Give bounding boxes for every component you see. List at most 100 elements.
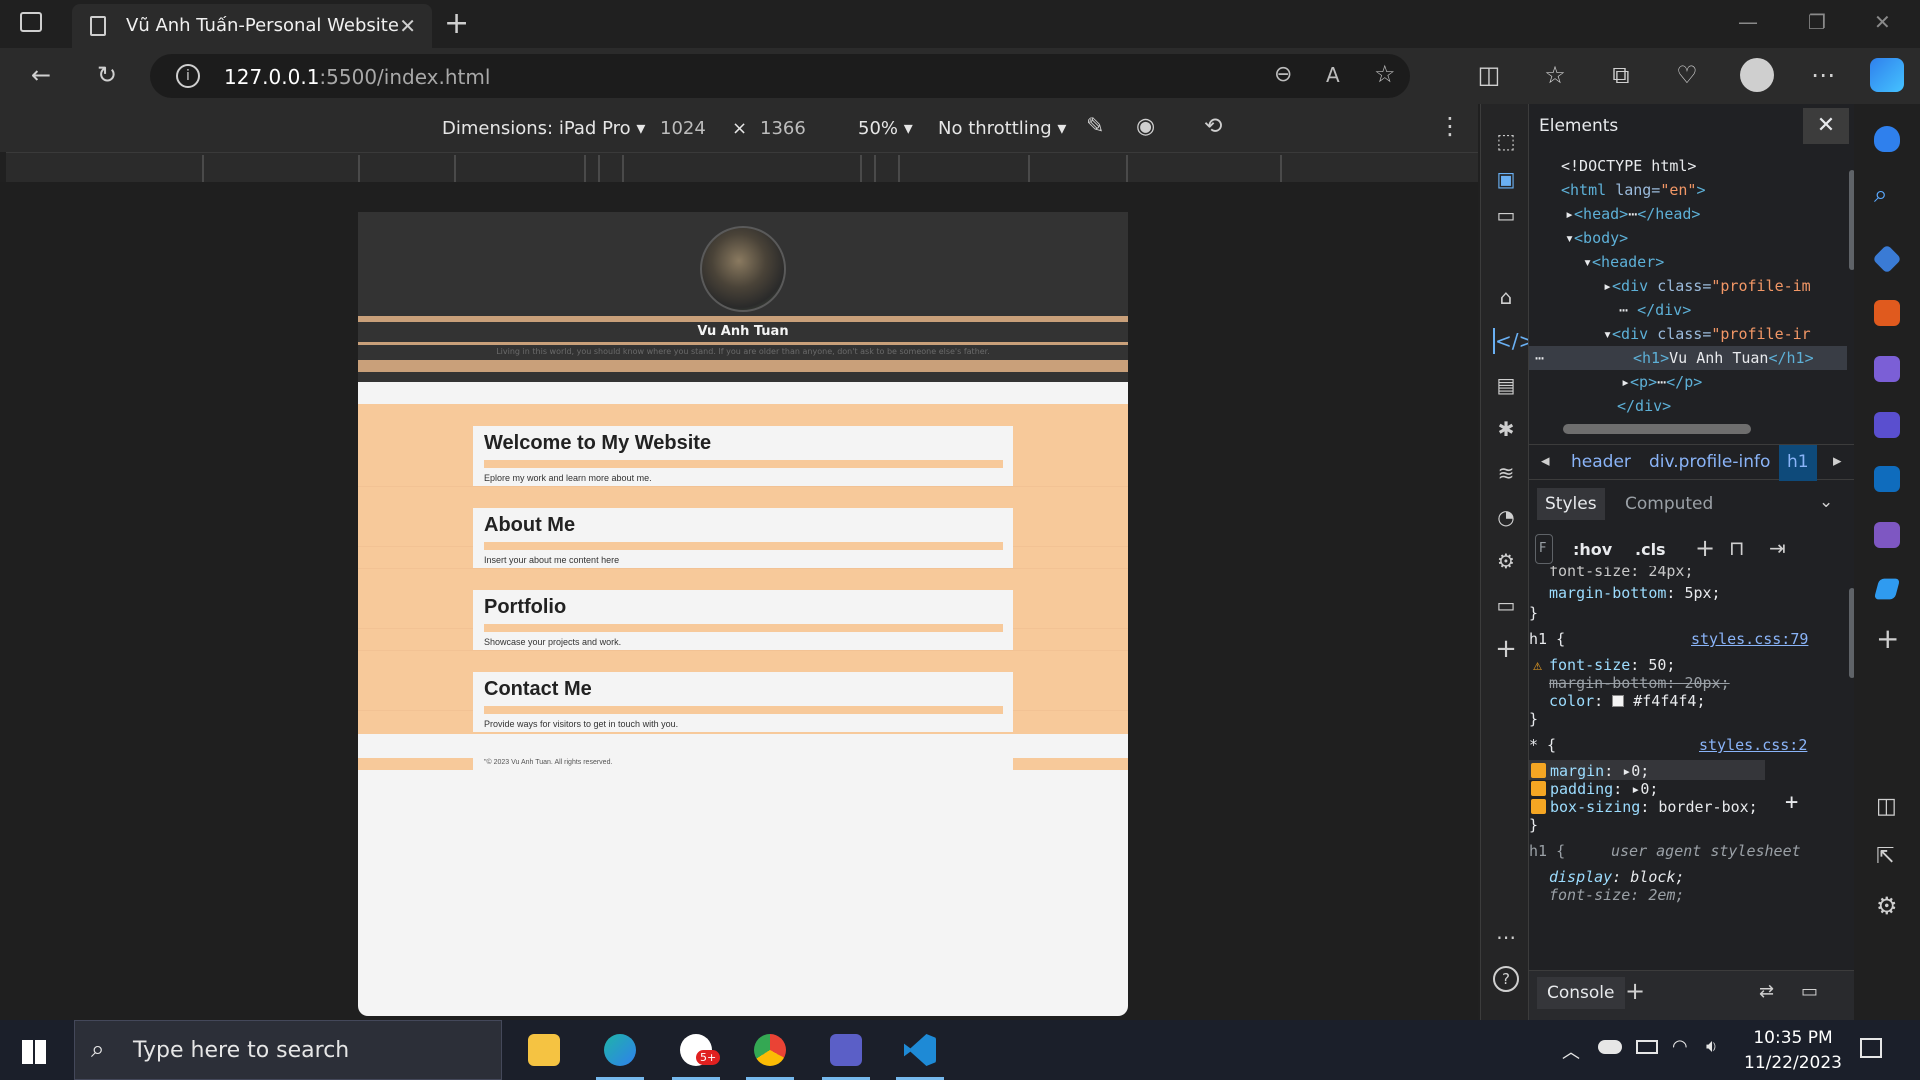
site-info-icon[interactable]: i [176,64,200,88]
dimensions-select[interactable]: Dimensions: iPad Pro ▾ [442,118,645,139]
notification-bell-icon[interactable] [1874,126,1900,152]
windows-start-icon[interactable] [22,1040,46,1064]
performance-gauge-icon[interactable]: ◔ [1493,504,1519,530]
edge-app[interactable] [590,1028,650,1080]
tab-computed[interactable]: Computed [1625,494,1713,514]
width-input[interactable]: 1024 [660,118,706,139]
tab-close-icon[interactable]: ✕ [399,14,416,38]
memory-chip-icon[interactable]: ⚙ [1493,548,1519,574]
dom-node-html[interactable]: <html lang="en"> [1561,178,1706,203]
dom-horizontal-scrollbar[interactable] [1563,424,1751,434]
shopping-tag-icon[interactable] [1872,244,1902,274]
help-icon[interactable]: ? [1493,966,1519,992]
dock-icon[interactable]: ▭ [1493,202,1519,228]
new-tab-icon[interactable]: + [444,6,469,41]
dom-node-div-profile-image[interactable]: ▸<div class="profile-im [1603,274,1811,299]
welcome-home-icon[interactable]: ⌂ [1493,284,1519,310]
more-tools-icon[interactable]: + [1493,636,1519,662]
elements-icon[interactable]: </> [1493,328,1535,354]
checkbox[interactable] [1531,781,1546,796]
tab-actions-icon[interactable] [20,12,42,32]
vscode-app[interactable] [890,1028,950,1080]
minimize-icon[interactable]: — [1738,10,1758,34]
dom-node-head[interactable]: ▸<head>⋯</head> [1565,202,1700,227]
elements-tab[interactable]: Elements [1539,116,1618,136]
zalo-app[interactable]: 5+ [666,1028,726,1080]
rule-selector[interactable]: * { [1529,734,1556,756]
inspect-icon[interactable]: ⬚ [1493,128,1519,154]
system-clock[interactable]: 10:35 PM 11/22/2023 [1738,1026,1848,1076]
device-emulation-icon[interactable]: ▣ [1493,166,1519,192]
devtools-more-icon[interactable]: ⋯ [1493,924,1519,950]
more-menu-icon[interactable]: ⋯ [1808,60,1838,90]
battery-icon[interactable] [1636,1040,1658,1054]
outlook-icon[interactable] [1874,466,1900,492]
back-icon[interactable]: ← [26,60,56,90]
add-tab-icon[interactable]: + [1625,977,1645,1005]
onedrive-cloud-icon[interactable] [1598,1040,1622,1054]
dom-node-doctype[interactable]: <!DOCTYPE html> [1561,154,1696,179]
expand-drawer-icon[interactable]: ▭ [1801,981,1818,1002]
teams-app[interactable] [816,1028,876,1080]
breadcrumb-left-icon[interactable]: ◂ [1541,451,1550,471]
css-declaration[interactable]: margin-bottom: 5px; [1549,582,1721,604]
breadcrumb-right-icon[interactable]: ▸ [1833,451,1842,471]
hov-toggle[interactable]: :hov [1573,540,1612,559]
volume-icon[interactable]: 🔉︎ [1706,1036,1717,1057]
zoom-icon[interactable]: ⊖ [1274,62,1292,87]
console-tab[interactable]: Console [1537,977,1625,1009]
games-icon[interactable] [1874,356,1900,382]
css-declaration[interactable]: font-size: 24px; [1549,566,1694,582]
css-declaration[interactable]: box-sizing: border-box; [1531,796,1758,818]
dom-node-div-close[interactable]: </div> [1617,394,1671,419]
dom-node-header[interactable]: ▾<header> [1583,250,1664,275]
notification-center-icon[interactable] [1860,1038,1882,1058]
designer-icon[interactable] [1874,522,1900,548]
network-icon[interactable]: ≋ [1493,460,1519,486]
tools-icon[interactable] [1874,300,1900,326]
dom-node-div-close[interactable]: ⋯ </div> [1619,298,1691,323]
devtools-close-icon[interactable]: ✕ [1803,108,1849,144]
taskbar-search[interactable]: ⌕ Type here to search [74,1020,502,1080]
breadcrumb-item-active[interactable]: h1 [1779,445,1817,481]
breadcrumb-item[interactable]: header [1571,452,1631,472]
filter-input[interactable]: F [1535,534,1553,564]
address-bar[interactable]: i 127.0.0.1:5500/index.html ⊖ A ☆ [150,54,1410,98]
rule-source-link[interactable]: styles.css:79 [1691,628,1808,650]
restore-icon[interactable]: ❐ [1808,10,1826,34]
favorites-icon[interactable]: ☆ [1540,60,1570,90]
telegram-send-icon[interactable] [1873,578,1901,600]
dom-node-p[interactable]: ▸<p>⋯</p> [1621,370,1702,395]
sources-bug-icon[interactable]: ✱ [1493,416,1519,442]
refresh-icon[interactable]: ↻ [92,60,122,90]
paint-brush-icon[interactable]: ⊓ [1729,536,1745,560]
zoom-select[interactable]: 50% ▾ [858,118,913,139]
copilot-icon[interactable] [1870,58,1904,92]
collections-icon[interactable]: ⧉ [1606,60,1636,90]
file-explorer-app[interactable] [514,1028,574,1074]
dock-drawer-icon[interactable]: ⇄ [1759,981,1774,1002]
console-icon[interactable]: ▤ [1493,372,1519,398]
eyedropper-icon[interactable]: ✎ [1086,114,1104,139]
throttling-select[interactable]: No throttling ▾ [938,118,1066,139]
settings-gear-icon[interactable]: ⚙ [1876,892,1898,920]
checkbox[interactable] [1531,799,1546,814]
add-declaration-icon[interactable]: + [1785,792,1798,814]
checkbox[interactable] [1531,763,1546,778]
rule-source-link[interactable]: styles.css:2 [1699,734,1807,756]
search-placeholder[interactable]: Type here to search [133,1038,349,1063]
url-text[interactable]: 127.0.0.1:5500/index.html [224,65,490,89]
application-icon[interactable]: ▭ [1493,592,1519,618]
split-screen-icon[interactable]: ◫ [1474,60,1504,90]
browser-tab[interactable]: Vũ Anh Tuấn-Personal Website ✕ [72,4,432,48]
dom-node-div-profile-info[interactable]: ▾<div class="profile-ir [1603,322,1811,347]
vision-icon[interactable]: ◉ [1136,114,1155,139]
breadcrumb-item[interactable]: div.profile-info [1649,452,1770,472]
rule-selector[interactable]: h1 { [1529,628,1565,650]
dom-node-h1-selected[interactable]: ⋯ <h1>Vu Anh Tuan</h1> [1529,346,1847,370]
hide-sidebar-icon[interactable]: ◫ [1876,794,1897,819]
open-external-icon[interactable]: ⇱ [1876,844,1894,869]
height-input[interactable]: 1366 [760,118,806,139]
color-swatch[interactable] [1612,695,1625,707]
tab-styles[interactable]: Styles [1537,488,1605,520]
